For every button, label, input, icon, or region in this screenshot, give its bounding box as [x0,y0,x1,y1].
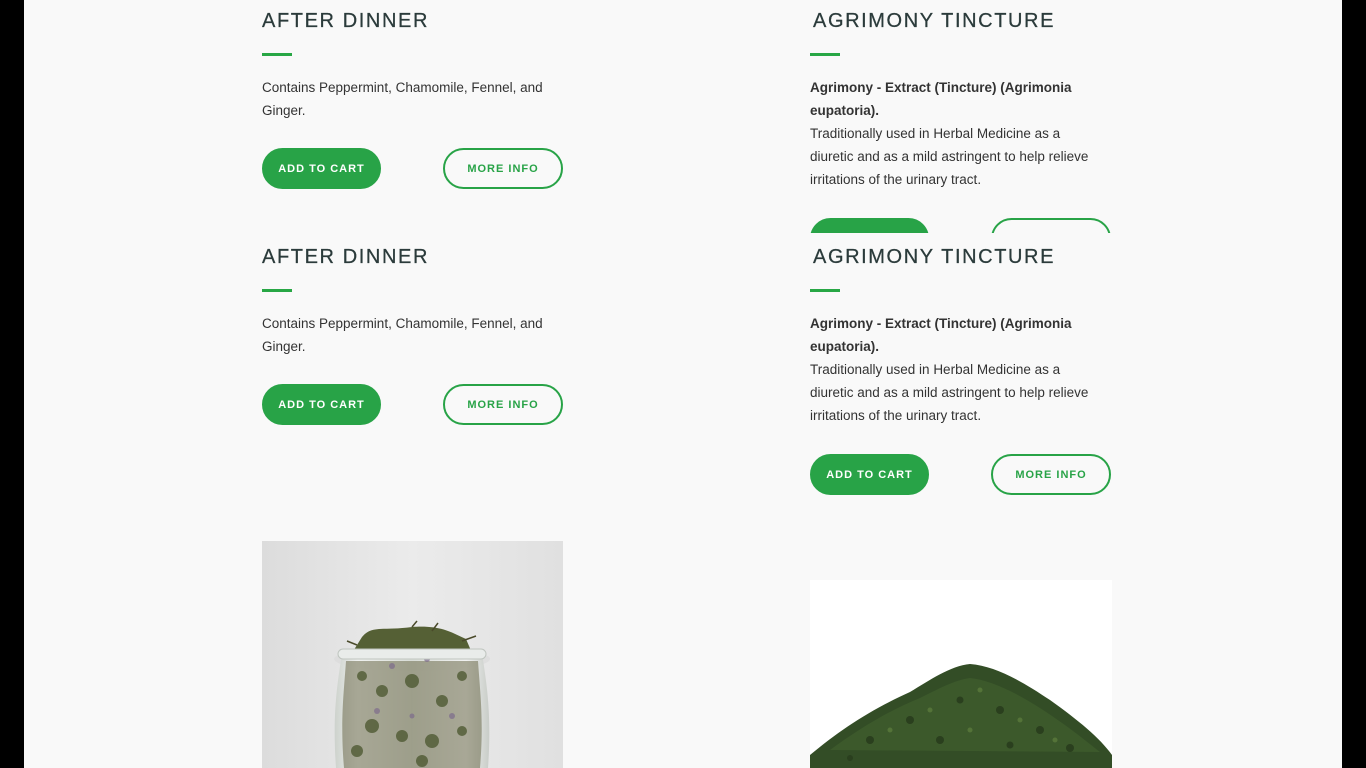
more-info-button[interactable]: MORE INFO [443,148,563,189]
product-title: AGRIMONY TINCTURE [813,10,1056,32]
add-to-cart-button[interactable]: ADD TO CART [810,454,929,495]
product-title: AFTER DINNER [262,10,429,32]
product-image-herb-jar[interactable] [262,541,563,768]
title-divider [810,53,840,56]
add-to-cart-button[interactable]: ADD TO CART [262,148,381,189]
product-title: AGRIMONY TINCTURE [813,246,1056,268]
product-card-after-dinner: AFTER DINNER Contains Peppermint, Chamom… [262,246,582,426]
more-info-button[interactable]: MORE INFO [443,384,563,425]
product-description-bold: Agrimony - Extract (Tincture) (Agrimonia… [810,316,1072,354]
product-description: Traditionally used in Herbal Medicine as… [810,126,1089,187]
title-divider [262,289,292,292]
title-divider [262,53,292,56]
page: AFTER DINNER Contains Peppermint, Chamom… [24,0,1342,768]
more-info-button[interactable]: MORE INFO [991,454,1111,495]
product-card-agrimony: AGRIMONY TINCTURE Agrimony - Extract (Ti… [810,246,1130,496]
product-description: Contains Peppermint, Chamomile, Fennel, … [262,80,543,118]
product-description: Contains Peppermint, Chamomile, Fennel, … [262,316,543,354]
product-title: AFTER DINNER [262,246,429,268]
more-info-button[interactable]: MORE INFO [991,218,1111,233]
title-divider [810,289,840,292]
add-to-cart-button[interactable]: ADD TO CART [262,384,381,425]
product-image-herb-pile[interactable] [810,580,1112,768]
herb-jar-illustration [262,541,563,768]
add-to-cart-button[interactable]: ADD TO CART [810,218,929,233]
product-description-bold: Agrimony - Extract (Tincture) (Agrimonia… [810,80,1072,118]
ghost-product-card-after-dinner: AFTER DINNER Contains Peppermint, Chamom… [262,0,662,233]
herb-pile-illustration [810,664,1112,768]
product-description: Traditionally used in Herbal Medicine as… [810,362,1089,423]
ghost-product-card-agrimony: AGRIMONY TINCTURE Agrimony - Extract (Ti… [810,0,1210,233]
